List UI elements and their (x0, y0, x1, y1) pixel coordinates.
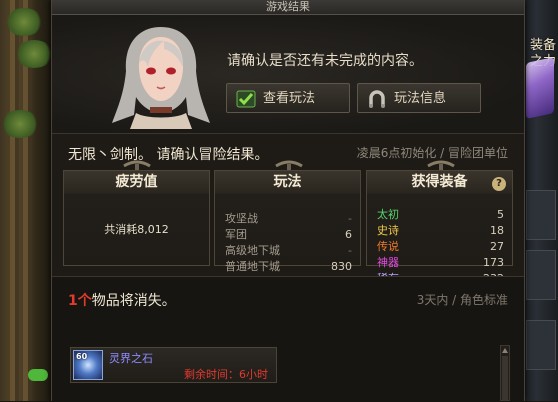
gameplay-row: 普通地下城 830 (225, 259, 352, 275)
reset-note: 凌晨6点初始化 / 冒险团单位 (356, 146, 508, 160)
equipment-grade: 传说 (377, 240, 399, 253)
background-right: 装备 之力 (522, 0, 558, 401)
fatigue-panel: 疲劳值 共消耗8,012 (63, 170, 210, 266)
check-icon (236, 90, 256, 108)
help-icon[interactable]: ? (492, 177, 506, 191)
scroll-thumb[interactable] (502, 356, 508, 400)
background-panel (526, 190, 556, 240)
equipment-title: 获得装备 (411, 174, 468, 190)
expiring-text: 物品将消失。 (91, 293, 176, 309)
equipment-row: 太初 5 (377, 207, 504, 223)
expiring-count: 1个 (68, 293, 92, 309)
expiring-items-section: 1个物品将消失。 3天内 / 角色标准 60 灵界之石 剩余时间：6小时 (52, 276, 524, 402)
equipment-grade: 史诗 (377, 224, 399, 237)
expiring-item-card[interactable]: 60 灵界之石 剩余时间：6小时 (70, 347, 277, 383)
npc-portrait (112, 27, 210, 129)
gameplay-value: 6 (345, 228, 352, 241)
gameplay-list: 攻坚战 - 军团 6 高级地下城 - 普通地下城 830 (225, 211, 352, 275)
dialog-header: 请确认是否还有未完成的内容。 查看玩法 玩法信息 (52, 15, 524, 134)
item-list-scrollbar[interactable] (500, 345, 510, 401)
tree-leaves (0, 110, 40, 138)
gameplay-name: 军团 (225, 228, 247, 241)
item-name: 灵界之石 (109, 352, 153, 365)
equipment-count: 173 (483, 256, 504, 269)
gameplay-name: 普通地下城 (225, 260, 280, 273)
background-tree (0, 0, 54, 401)
crystal-icon (526, 57, 554, 119)
gameplay-info-label: 玩法信息 (394, 91, 447, 106)
gameplay-row: 军团 6 (225, 227, 352, 243)
gameplay-row: 高级地下城 - (225, 243, 352, 259)
fatigue-title: 疲劳值 (115, 174, 158, 190)
spirit-stone-icon: 60 (73, 350, 103, 380)
equipment-count: 27 (490, 240, 504, 253)
view-gameplay-label: 查看玩法 (263, 91, 316, 106)
view-gameplay-button[interactable]: 查看玩法 (226, 83, 350, 113)
item-level: 60 (76, 352, 88, 361)
fatigue-total: 共消耗8,012 (104, 223, 169, 236)
tree-leaves (14, 40, 54, 68)
gameplay-name: 高级地下城 (225, 244, 280, 257)
expiring-note: 3天内 / 角色标准 (416, 293, 508, 307)
gamepad-icon (28, 369, 48, 381)
window-title: 游戏结果 (52, 0, 524, 15)
gameplay-title: 玩法 (273, 174, 302, 190)
item-remaining-time: 剩余时间：6小时 (184, 368, 268, 381)
equipment-row: 神器 173 (377, 255, 504, 271)
equipment-panel: 获得装备 ? 太初 5 史诗 18 传说 27 神器 173 稀有 232 (366, 170, 513, 285)
gameplay-row: 攻坚战 - (225, 211, 352, 227)
expiring-message: 1个物品将消失。 (68, 290, 176, 310)
result-message: 无限丶剑制。 请确认冒险结果。 (68, 147, 269, 163)
background-panel (526, 320, 556, 370)
gameplay-value: - (348, 212, 352, 225)
horseshoe-icon (369, 90, 385, 108)
equipment-count: 5 (497, 208, 504, 221)
equipment-row: 史诗 18 (377, 223, 504, 239)
tree-leaves (4, 8, 44, 36)
gameplay-info-button[interactable]: 玩法信息 (357, 83, 481, 113)
gameplay-value: - (348, 244, 352, 257)
gameplay-value: 830 (331, 260, 352, 273)
equipment-count: 18 (490, 224, 504, 237)
confirm-prompt: 请确认是否还有未完成的内容。 (227, 53, 423, 69)
equipment-list: 太初 5 史诗 18 传说 27 神器 173 稀有 232 (377, 207, 504, 287)
background-panel (526, 250, 556, 300)
equipment-grade: 太初 (377, 208, 399, 221)
game-result-dialog: 游戏结果 请确认是否还有未完成的内容。 查看玩法 玩法信息 无限丶剑制。 请确认… (51, 0, 525, 402)
equipment-grade: 神器 (377, 256, 399, 269)
gameplay-panel: 玩法 攻坚战 - 军团 6 高级地下城 - 普通地下城 830 (214, 170, 361, 273)
scroll-up-icon[interactable] (502, 347, 508, 353)
gameplay-name: 攻坚战 (225, 212, 258, 225)
equipment-row: 传说 27 (377, 239, 504, 255)
